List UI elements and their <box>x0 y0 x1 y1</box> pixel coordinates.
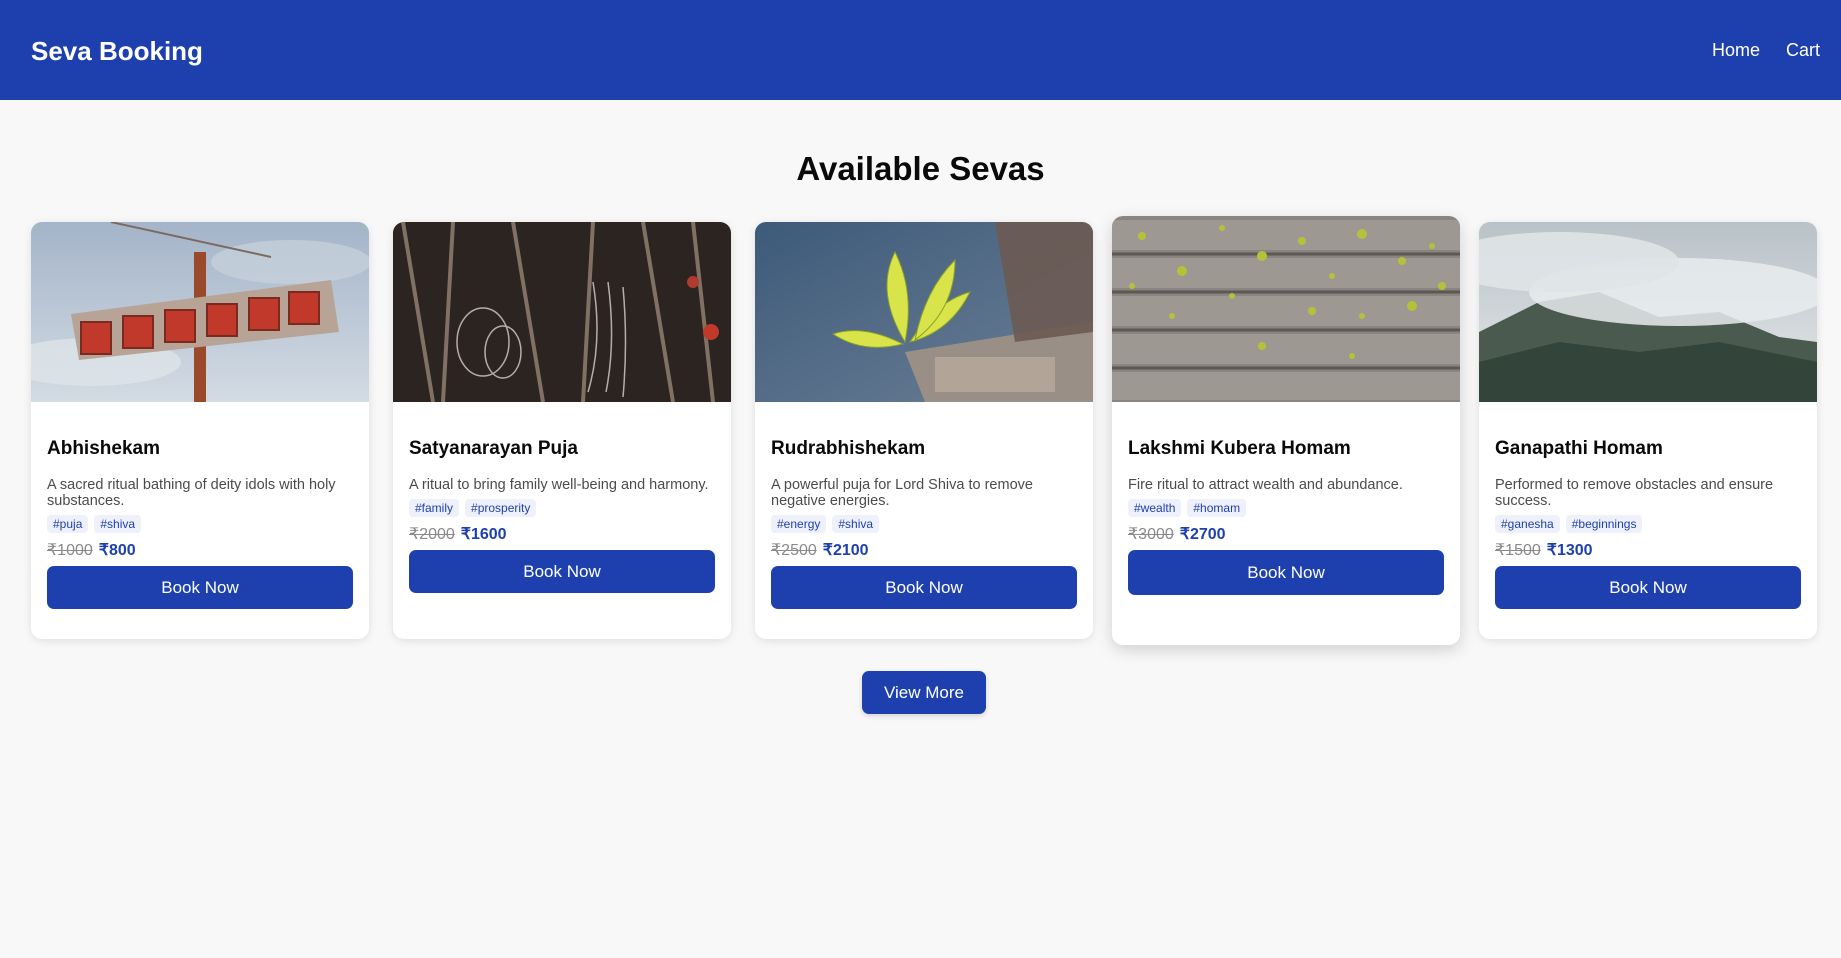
top-navbar: Seva Booking Home Cart <box>0 0 1841 100</box>
card-description: A sacred ritual bathing of deity idols w… <box>47 477 336 509</box>
seva-card-ganapathi-homam: Ganapathi Homam Performed to remove obst… <box>1479 222 1817 639</box>
seva-card-satyanarayan-puja: Satyanarayan Puja A ritual to bring fami… <box>393 222 731 639</box>
tag-list: #ganesha #beginnings <box>1495 515 1801 534</box>
card-description: Performed to remove obstacles and ensure… <box>1495 477 1774 509</box>
tag-list: #wealth #homam <box>1128 499 1444 518</box>
card-image <box>31 222 369 402</box>
card-title: Rudrabhishekam <box>771 438 926 459</box>
card-title: Satyanarayan Puja <box>409 438 578 459</box>
card-description: A powerful puja for Lord Shiva to remove… <box>771 477 1033 509</box>
book-now-button[interactable]: Book Now <box>409 550 715 593</box>
card-title: Ganapathi Homam <box>1495 438 1663 459</box>
brand-logo[interactable]: Seva Booking <box>31 36 203 67</box>
price-row: ₹2500 ₹2100 <box>771 540 1077 560</box>
original-price: ₹2000 <box>409 526 455 543</box>
price-row: ₹1000 ₹800 <box>47 540 353 560</box>
discounted-price: ₹2700 <box>1179 526 1226 543</box>
seva-card-rudrabhishekam: Rudrabhishekam A powerful puja for Lord … <box>755 222 1093 639</box>
discounted-price: ₹800 <box>98 542 136 559</box>
page-title: Available Sevas <box>796 150 1045 187</box>
seva-card-lakshmi-kubera-homam: Lakshmi Kubera Homam Fire ritual to attr… <box>1112 216 1460 645</box>
tag-chip: #ganesha <box>1495 515 1560 533</box>
card-description: A ritual to bring family well-being and … <box>409 477 709 493</box>
card-image <box>1479 222 1817 402</box>
tag-chip: #prosperity <box>465 499 537 517</box>
book-now-button[interactable]: Book Now <box>771 566 1077 609</box>
original-price: ₹2500 <box>771 542 817 559</box>
price-row: ₹3000 ₹2700 <box>1128 524 1444 544</box>
tag-list: #energy #shiva <box>771 515 1077 534</box>
discounted-price: ₹1300 <box>1546 542 1593 559</box>
discounted-price: ₹1600 <box>460 526 507 543</box>
tag-chip: #energy <box>771 515 827 533</box>
book-now-button[interactable]: Book Now <box>1128 550 1444 595</box>
tag-chip: #puja <box>47 515 89 533</box>
original-price: ₹3000 <box>1128 526 1174 543</box>
seva-card-abhishekam: Abhishekam A sacred ritual bathing of de… <box>31 222 369 639</box>
view-more-button[interactable]: View More <box>862 671 986 714</box>
card-title: Lakshmi Kubera Homam <box>1128 438 1351 459</box>
nav-cart-link[interactable]: Cart <box>1786 40 1820 61</box>
card-description: Fire ritual to attract wealth and abunda… <box>1128 477 1403 493</box>
card-image <box>755 222 1093 402</box>
card-title: Abhishekam <box>47 438 160 459</box>
discounted-price: ₹2100 <box>822 542 869 559</box>
nav-home-link[interactable]: Home <box>1712 40 1760 61</box>
tag-chip: #homam <box>1187 499 1247 517</box>
price-row: ₹1500 ₹1300 <box>1495 540 1801 560</box>
card-image <box>1112 216 1460 402</box>
original-price: ₹1000 <box>47 542 93 559</box>
book-now-button[interactable]: Book Now <box>1495 566 1801 609</box>
tag-chip: #beginnings <box>1565 515 1643 533</box>
tag-chip: #wealth <box>1128 499 1182 517</box>
tag-list: #family #prosperity <box>409 499 715 518</box>
original-price: ₹1500 <box>1495 542 1541 559</box>
price-row: ₹2000 ₹1600 <box>409 524 715 544</box>
card-image <box>393 222 731 402</box>
tag-chip: #family <box>409 499 460 517</box>
tag-chip: #shiva <box>94 515 142 533</box>
tag-list: #puja #shiva <box>47 515 353 534</box>
tag-chip: #shiva <box>832 515 880 533</box>
book-now-button[interactable]: Book Now <box>47 566 353 609</box>
